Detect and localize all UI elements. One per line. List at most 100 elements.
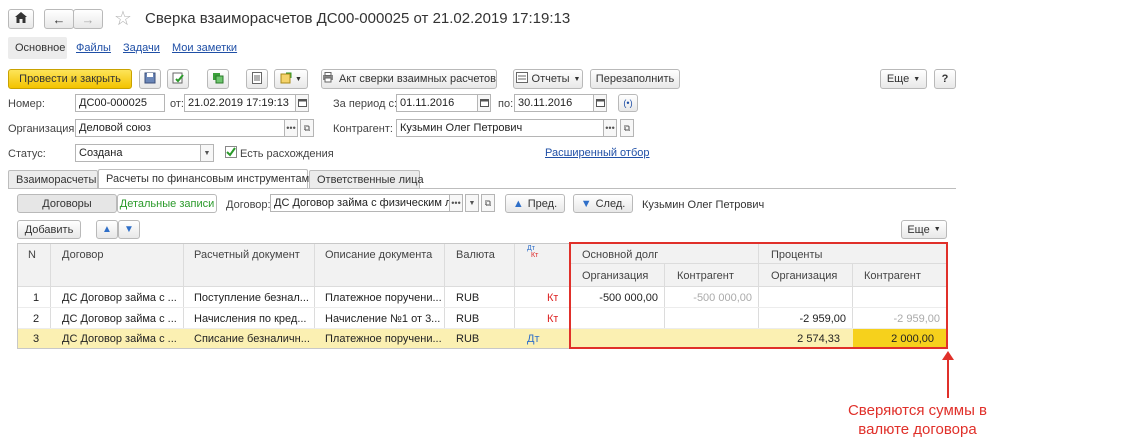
help-button[interactable]: ? <box>934 69 956 89</box>
period-to-field[interactable]: 30.11.2016 <box>514 94 594 112</box>
period-from-calendar-button[interactable] <box>477 94 491 112</box>
date-field[interactable]: 21.02.2019 17:19:13 <box>184 94 296 112</box>
arrow-up-icon: ▲ <box>102 224 112 235</box>
contract-label: Договор: <box>226 199 271 211</box>
row-contract: ДС Договор займа с ... <box>62 333 177 345</box>
move-up-button[interactable]: ▲ <box>96 220 118 239</box>
tab-responsible-persons[interactable]: Ответственные лица <box>309 170 424 188</box>
calendar-icon <box>479 98 489 109</box>
list-button[interactable] <box>246 69 268 89</box>
add-button[interactable]: Добавить <box>17 220 81 239</box>
number-field[interactable]: ДС00-000025 <box>75 94 165 112</box>
period-to-label: по: <box>498 98 514 110</box>
header-description: Описание документа <box>325 249 433 261</box>
reports-button[interactable]: Отчеты ▼ <box>513 69 583 89</box>
contracts-button[interactable]: Договоры <box>17 194 117 213</box>
counterparty-field[interactable]: Кузьмин Олег Петрович <box>396 119 604 137</box>
tab-financial-instruments[interactable]: Расчеты по финансовым инструментам (1) <box>98 169 326 188</box>
period-select-button[interactable]: (•) <box>618 94 638 112</box>
row-contract: ДС Договор займа с ... <box>62 292 177 304</box>
status-field[interactable]: Создана <box>75 144 201 162</box>
dropdown-arrow-icon: ▼ <box>913 75 921 83</box>
arrow-down-icon: ▼ <box>580 197 592 210</box>
dropdown-arrow-icon: ▼ <box>573 75 581 83</box>
table-more-button[interactable]: Еще ▼ <box>901 220 947 239</box>
counterparty-text: Кузьмин Олег Петрович <box>642 199 765 211</box>
contract-dropdown-button[interactable]: ••• <box>449 194 463 212</box>
nav-tab-notes[interactable]: Мои заметки <box>172 42 237 54</box>
home-button[interactable] <box>8 9 34 29</box>
row-dk: Дт <box>527 333 540 345</box>
next-button[interactable]: ▼ След. <box>573 194 633 213</box>
annotation-line-2: валюте договора <box>858 421 977 438</box>
row-document: Списание безналичн... <box>194 333 310 345</box>
save-button[interactable] <box>139 69 161 89</box>
row-description: Начисление №1 от 3... <box>325 313 441 325</box>
print-icon <box>322 72 334 86</box>
contract-open-button[interactable]: ⧉ <box>481 194 495 212</box>
organization-open-button[interactable]: ⧉ <box>300 119 314 137</box>
details-button[interactable]: Детальные записи <box>117 194 217 213</box>
row-description: Платежное поручени... <box>325 292 442 304</box>
status-dropdown-button[interactable]: ▼ <box>200 144 214 162</box>
arrow-left-icon: ← <box>52 11 66 27</box>
post-button[interactable] <box>167 69 189 89</box>
counterparty-open-button[interactable]: ⧉ <box>620 119 634 137</box>
refill-button[interactable]: Перезаполнить <box>590 69 680 89</box>
dropdown-arrow-icon: ▼ <box>295 75 302 83</box>
calendar-icon <box>297 98 307 109</box>
period-to-calendar-button[interactable] <box>593 94 607 112</box>
calendar-button[interactable] <box>295 94 309 112</box>
save-icon <box>144 72 156 87</box>
row-currency: RUB <box>456 292 480 304</box>
post-icon <box>172 72 184 87</box>
more-button[interactable]: Еще ▼ <box>880 69 927 89</box>
organization-label: Организация: <box>8 123 78 135</box>
extended-filter-link[interactable]: Расширенный отбор <box>545 147 650 159</box>
move-down-button[interactable]: ▼ <box>118 220 140 239</box>
prev-button[interactable]: ▲ Пред. <box>505 194 565 213</box>
row-description: Платежное поручени... <box>325 333 442 345</box>
row-dk: Кт <box>547 313 559 325</box>
period-from-label: За период с: <box>333 98 398 110</box>
arrow-down-icon: ▼ <box>124 224 134 235</box>
header-n: N <box>28 249 36 261</box>
row-document: Начисления по кред... <box>194 313 307 325</box>
forward-button[interactable]: → <box>73 9 103 29</box>
header-currency: Валюта <box>456 249 495 261</box>
star-icon[interactable]: ☆ <box>114 6 132 31</box>
counterparty-dropdown-button[interactable]: ••• <box>603 119 617 137</box>
arrow-up-icon: ▲ <box>512 197 524 210</box>
period-from-field[interactable]: 01.11.2016 <box>396 94 478 112</box>
post-and-close-button[interactable]: Провести и закрыть <box>8 69 132 89</box>
open-icon: ⧉ <box>303 122 311 133</box>
chevron-down-icon: ▼ <box>468 199 476 207</box>
header-document: Расчетный документ <box>194 249 300 261</box>
nav-tab-files[interactable]: Файлы <box>76 42 111 54</box>
reconciliation-act-button[interactable]: Акт сверки взаимных расчетов <box>321 69 497 89</box>
row-dk: Кт <box>547 292 559 304</box>
ellipsis-icon: ••• <box>605 123 615 133</box>
organization-dropdown-button[interactable]: ••• <box>284 119 298 137</box>
calendar-icon <box>595 98 605 109</box>
list-icon <box>252 71 262 87</box>
create-based-button[interactable]: ▼ <box>274 69 308 89</box>
annotation-line-1: Сверяются суммы в <box>847 402 988 419</box>
header-dtkt-top: Дт <box>527 245 535 252</box>
period-icon: (•) <box>623 98 633 108</box>
home-icon <box>15 12 27 26</box>
contract-clear-button[interactable]: ▼ <box>465 194 479 212</box>
ellipsis-icon: ••• <box>286 123 296 133</box>
nav-tab-tasks[interactable]: Задачи <box>123 42 160 54</box>
back-button[interactable]: ← <box>44 9 74 29</box>
counterparty-label: Контрагент: <box>333 123 393 135</box>
row-document: Поступление безнал... <box>194 292 309 304</box>
chevron-down-icon: ▼ <box>203 149 211 157</box>
contract-field[interactable]: ДС Договор займа с физическим лицо <box>270 194 450 212</box>
dropdown-arrow-icon: ▼ <box>933 226 941 233</box>
tab-settlements[interactable]: Взаиморасчеты <box>8 170 98 188</box>
structure-button[interactable] <box>207 69 229 89</box>
discrepancy-checkbox[interactable] <box>225 146 237 158</box>
ellipsis-icon: ••• <box>451 198 461 208</box>
organization-field[interactable]: Деловой союз <box>75 119 285 137</box>
